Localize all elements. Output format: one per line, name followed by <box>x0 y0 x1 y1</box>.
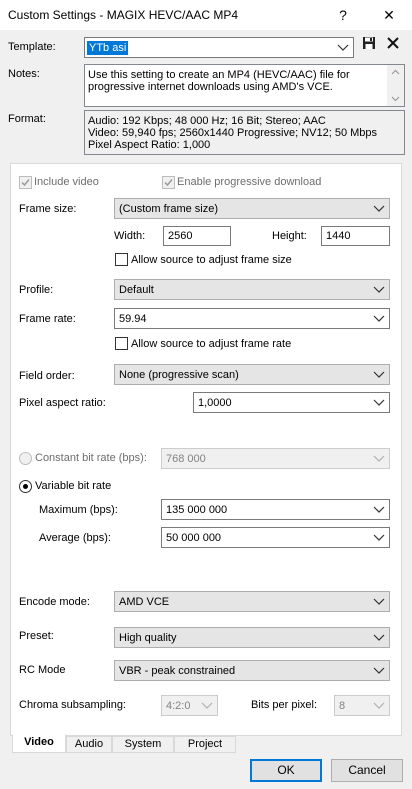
radio-selected-dot <box>23 484 28 489</box>
chevron-down-icon[interactable] <box>337 44 349 52</box>
frame-rate-combo[interactable]: 59.94 <box>114 308 390 329</box>
height-value: 1440 <box>326 230 351 242</box>
rc-mode-value: VBR - peak constrained <box>119 664 236 677</box>
chevron-down-icon[interactable] <box>373 371 385 379</box>
include-video-label: Include video <box>34 176 99 188</box>
chevron-down-icon[interactable] <box>373 534 385 542</box>
bits-per-pixel-value: 8 <box>339 699 346 712</box>
format-label: Format: <box>8 113 46 125</box>
constant-bit-rate-value: 768 000 <box>166 452 206 465</box>
progressive-download-checkbox[interactable] <box>162 176 175 189</box>
chevron-down-icon[interactable] <box>373 702 385 710</box>
tab-project[interactable]: Project <box>174 736 236 753</box>
encode-mode-combo[interactable]: AMD VCE <box>114 591 390 612</box>
help-button[interactable]: ? <box>320 0 366 30</box>
pixel-aspect-value: 1,0000 <box>198 396 232 409</box>
pixel-aspect-label: Pixel aspect ratio: <box>19 397 106 409</box>
allow-frame-rate-label: Allow source to adjust frame rate <box>131 338 292 350</box>
bits-per-pixel-label: Bits per pixel: <box>251 699 318 711</box>
encode-mode-value: AMD VCE <box>119 595 170 608</box>
field-order-label: Field order: <box>19 370 75 382</box>
chevron-down-icon[interactable] <box>373 455 385 463</box>
notes-scrollbar[interactable] <box>387 65 404 106</box>
field-order-combo[interactable]: None (progressive scan) <box>114 364 390 385</box>
field-order-value: None (progressive scan) <box>119 368 239 381</box>
chevron-down-icon[interactable] <box>373 286 385 294</box>
chevron-down-icon[interactable] <box>373 667 385 675</box>
profile-combo[interactable]: Default <box>114 279 390 300</box>
format-field: Audio: 192 Kbps; 48 000 Hz; 16 Bit; Ster… <box>84 110 405 155</box>
template-label: Template: <box>8 41 56 53</box>
preset-combo[interactable]: High quality <box>114 627 390 648</box>
window-title: Custom Settings - MAGIX HEVC/AAC MP4 <box>8 8 239 22</box>
template-combo[interactable]: YTb asi <box>84 37 354 58</box>
frame-size-value: (Custom frame size) <box>119 202 219 215</box>
frame-size-combo[interactable]: (Custom frame size) <box>114 198 390 219</box>
average-label: Average (bps): <box>39 532 111 544</box>
frame-size-label: Frame size: <box>19 203 77 215</box>
allow-frame-rate-checkbox[interactable] <box>115 337 128 350</box>
delete-icon[interactable] <box>386 36 400 50</box>
width-value: 2560 <box>168 230 193 242</box>
preset-label: Preset: <box>19 630 54 642</box>
variable-bit-rate-label: Variable bit rate <box>35 480 112 492</box>
chevron-down-icon[interactable] <box>373 205 385 213</box>
allow-frame-size-checkbox[interactable] <box>115 253 128 266</box>
profile-label: Profile: <box>19 284 54 296</box>
rc-mode-combo[interactable]: VBR - peak constrained <box>114 660 390 681</box>
format-line: Video: 59,940 fps; 2560x1440 Progressive… <box>88 127 378 139</box>
maximum-combo[interactable]: 135 000 000 <box>161 499 390 520</box>
format-line: Pixel Aspect Ratio: 1,000 <box>88 139 211 151</box>
average-value: 50 000 000 <box>166 531 222 544</box>
chroma-value: 4:2:0 <box>166 699 191 712</box>
template-value[interactable]: YTb asi <box>87 41 129 55</box>
profile-value: Default <box>119 283 154 296</box>
save-icon[interactable] <box>362 36 376 50</box>
ok-button[interactable]: OK <box>250 759 322 782</box>
notes-line: progressive internet downloads using AMD… <box>88 81 333 93</box>
close-button[interactable]: ✕ <box>366 0 412 30</box>
height-label: Height: <box>272 230 307 242</box>
notes-field[interactable]: Use this setting to create an MP4 (HEVC/… <box>84 64 405 107</box>
bits-per-pixel-combo[interactable]: 8 <box>334 695 390 716</box>
average-combo[interactable]: 50 000 000 <box>161 527 390 548</box>
chevron-down-icon[interactable] <box>373 506 385 514</box>
progressive-download-label: Enable progressive download <box>177 176 322 188</box>
maximum-value: 135 000 000 <box>166 503 228 516</box>
tab-system[interactable]: System <box>112 736 174 753</box>
maximum-label: Maximum (bps): <box>39 504 118 516</box>
tab-audio[interactable]: Audio <box>66 736 112 753</box>
chevron-down-icon[interactable] <box>373 399 385 407</box>
frame-rate-label: Frame rate: <box>19 313 76 325</box>
variable-bit-rate-radio[interactable] <box>19 480 32 493</box>
notes-label: Notes: <box>8 68 40 80</box>
format-line: Audio: 192 Kbps; 48 000 Hz; 16 Bit; Ster… <box>88 115 326 127</box>
encode-mode-label: Encode mode: <box>19 596 90 608</box>
constant-bit-rate-label: Constant bit rate (bps): <box>35 452 147 464</box>
width-input[interactable]: 2560 <box>163 226 231 246</box>
title-bar: Custom Settings - MAGIX HEVC/AAC MP4 ? ✕ <box>0 0 412 30</box>
chevron-down-icon[interactable] <box>373 598 385 606</box>
constant-bit-rate-combo[interactable]: 768 000 <box>161 448 390 469</box>
chroma-combo[interactable]: 4:2:0 <box>161 695 218 716</box>
chevron-down-icon[interactable] <box>373 634 385 642</box>
include-video-checkbox[interactable] <box>19 176 32 189</box>
height-input[interactable]: 1440 <box>321 226 390 246</box>
rc-mode-label: RC Mode <box>19 664 66 676</box>
notes-line: Use this setting to create an MP4 (HEVC/… <box>88 69 350 81</box>
width-label: Width: <box>114 230 146 242</box>
chevron-down-icon[interactable] <box>201 702 213 710</box>
allow-frame-size-label: Allow source to adjust frame size <box>131 254 292 266</box>
cancel-button[interactable]: Cancel <box>331 759 403 782</box>
preset-value: High quality <box>119 631 177 644</box>
chroma-label: Chroma subsampling: <box>19 699 126 711</box>
pixel-aspect-combo[interactable]: 1,0000 <box>193 392 390 413</box>
tab-video[interactable]: Video <box>12 734 66 753</box>
chevron-down-icon[interactable] <box>373 315 385 323</box>
constant-bit-rate-radio[interactable] <box>19 452 32 465</box>
frame-rate-value: 59.94 <box>119 312 147 325</box>
